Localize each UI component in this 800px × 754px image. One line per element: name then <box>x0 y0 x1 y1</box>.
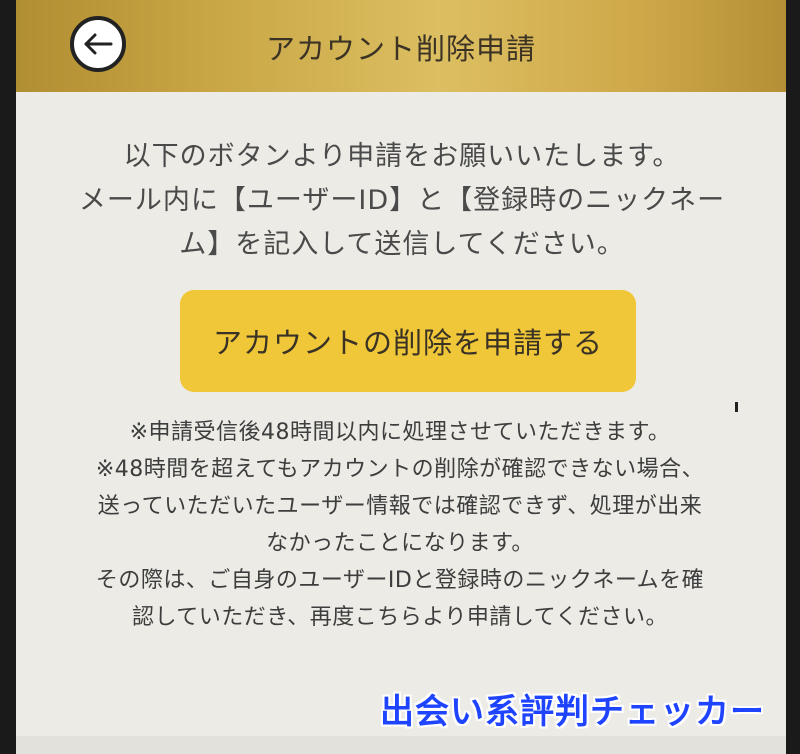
intro-line: メール内に【ユーザーID】と【登録時のニックネー <box>78 185 726 216</box>
note-line: なかったことになります。 <box>266 531 534 556</box>
note-line: ※申請受信後48時間以内に処理させていただきます。 <box>129 420 671 445</box>
intro-line: ム】を記入して送信してください。 <box>179 229 625 260</box>
bottom-area <box>16 736 786 754</box>
site-watermark: 出会い系評判チェッカー <box>380 692 765 732</box>
intro-line: 以下のボタンより申請をお願いいたします。 <box>123 141 681 172</box>
note-line: ※48時間を超えてもアカウントの削除が確認できない場合、 <box>95 457 705 482</box>
note-line: 認していただき、再度こちらより申請してください。 <box>131 605 669 630</box>
scroll-indicator <box>735 402 738 412</box>
intro-text: 以下のボタンより申請をお願いいたします。 メール内に【ユーザーID】と【登録時の… <box>52 135 752 267</box>
page-title: アカウント削除申請 <box>265 32 536 66</box>
note-line: その際は、ご自身のユーザーIDと登録時のニックネームを確 <box>95 568 705 593</box>
request-deletion-button[interactable]: アカウントの削除を申請する <box>180 290 636 392</box>
header-bar: アカウント削除申請 <box>16 0 786 92</box>
note-line: 送っていただいたユーザー情報では確認できず、処理が出来 <box>97 494 703 519</box>
app-screen: アカウント削除申請 以下のボタンより申請をお願いいたします。 メール内に【ユーザ… <box>16 0 786 754</box>
notes-text: ※申請受信後48時間以内に処理させていただきます。 ※48時間を超えてもアカウン… <box>60 414 740 636</box>
